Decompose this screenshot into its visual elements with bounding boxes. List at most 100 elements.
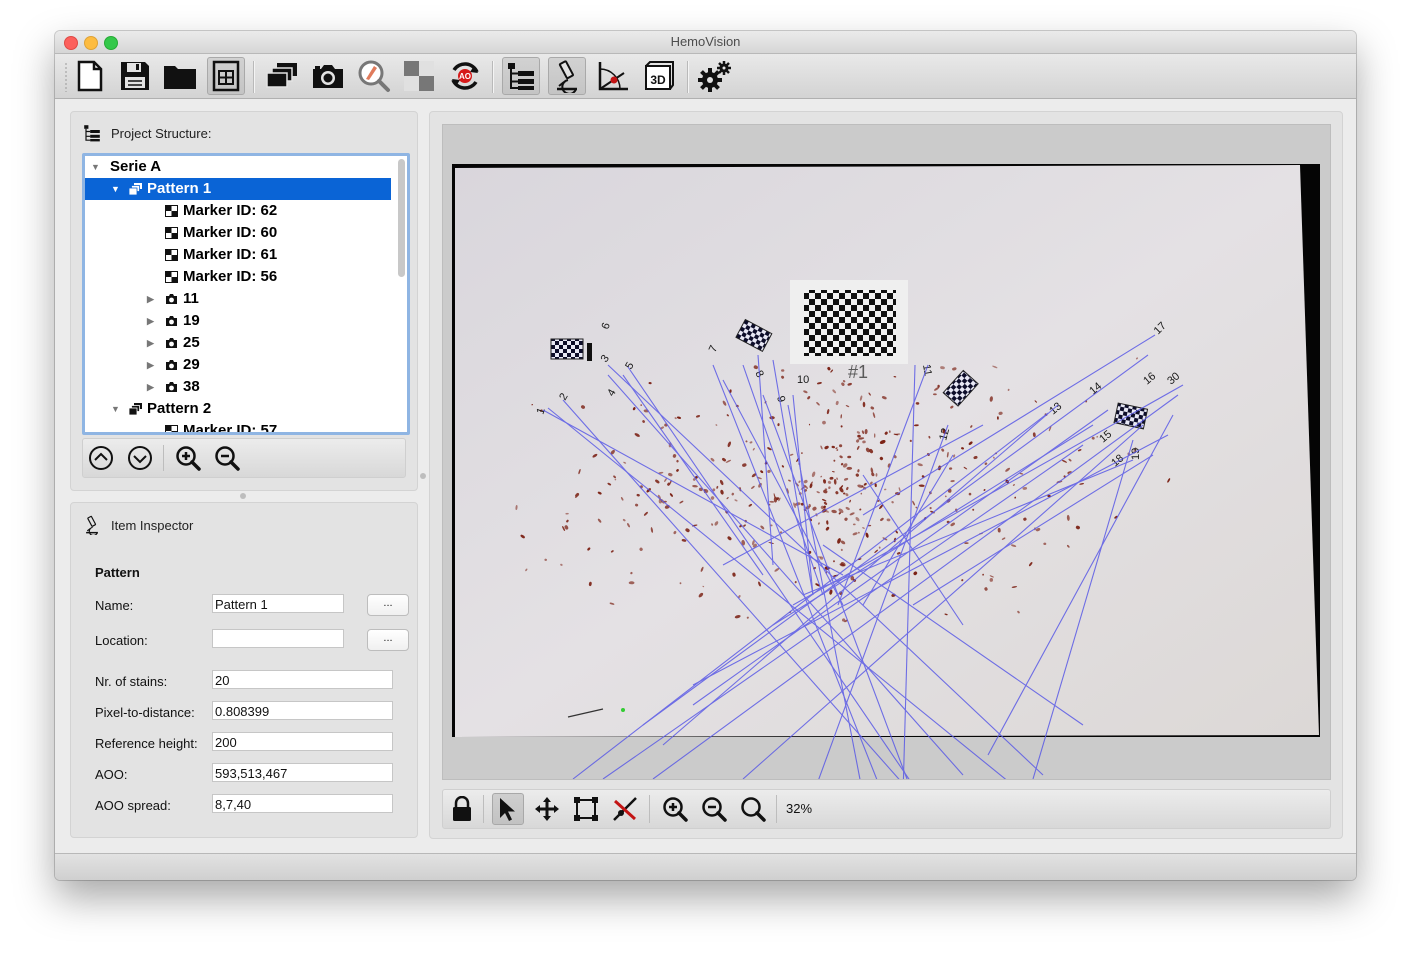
grid-view-button[interactable]	[207, 57, 245, 95]
open-folder-button[interactable]	[161, 57, 199, 95]
camera-button[interactable]	[309, 57, 347, 95]
move-tool-button[interactable]	[531, 793, 563, 825]
pointer-tool-button[interactable]	[492, 793, 524, 825]
marker-checker-icon	[165, 425, 178, 432]
aoo-refresh-button[interactable]: AO	[446, 57, 484, 95]
toolbar-grip[interactable]	[65, 62, 67, 92]
tree-toolbar-separator	[163, 445, 164, 471]
svg-text:3D: 3D	[650, 73, 666, 87]
viewer-zoom-out-button[interactable]	[698, 793, 730, 825]
new-project-button[interactable]	[71, 57, 109, 95]
pattern-photo[interactable]: 1234567891011121314151617181930#1	[443, 125, 1330, 779]
location-browse-button[interactable]: ...	[367, 629, 409, 651]
project-structure-panel: Project Structure: ▼ Serie A ▼ Pattern 1 Mar…	[70, 111, 418, 491]
tree-scrollbar[interactable]	[398, 159, 405, 277]
inspector-section-title: Pattern	[95, 565, 140, 580]
tree-item-photo[interactable]: ▶ 38	[85, 376, 391, 398]
tree-item-photo[interactable]: ▶ 29	[85, 354, 391, 376]
add-pattern-button[interactable]	[263, 57, 301, 95]
svg-text:AO: AO	[459, 72, 471, 81]
name-browse-button[interactable]: ...	[367, 594, 409, 616]
tree-zoom-out-button[interactable]	[213, 444, 241, 472]
pattern-stack-icon	[129, 403, 142, 415]
viewer-zoom-in-button[interactable]	[659, 793, 691, 825]
tree-item-pattern[interactable]: ▼ Pattern 1	[85, 178, 391, 200]
photo-camera-icon	[166, 360, 177, 370]
tree-item-photo[interactable]: ▶ 19	[85, 310, 391, 332]
item-inspector-panel: Item Inspector Pattern Name: Pattern 1 .…	[70, 502, 418, 838]
tree-item-marker[interactable]: Marker ID: 57	[85, 420, 391, 432]
name-label: Name:	[95, 598, 134, 613]
toolbar-separator	[687, 61, 689, 93]
collapsed-arrow-icon[interactable]: ▶	[147, 332, 154, 354]
tree-item-label: 11	[183, 290, 199, 307]
expanded-arrow-icon[interactable]: ▼	[111, 398, 120, 420]
camera-icon	[313, 65, 343, 88]
stains-field[interactable]: 20	[212, 670, 393, 689]
zoom-fit-button[interactable]	[737, 793, 769, 825]
tree-item-marker[interactable]: Marker ID: 62	[85, 200, 391, 222]
tree-zoom-in-button[interactable]	[174, 444, 202, 472]
horizontal-splitter-handle[interactable]	[420, 473, 426, 479]
expanded-arrow-icon[interactable]: ▼	[91, 156, 100, 178]
checkerboard-icon	[404, 61, 434, 91]
app-window: HemoVision AO 3D Project Structure: ▼ Se…	[55, 31, 1356, 880]
pixel-to-distance-field[interactable]: 0.808399	[212, 701, 393, 720]
minimize-window-button[interactable]	[84, 36, 98, 50]
name-field[interactable]: Pattern 1	[212, 594, 344, 613]
calibration-board	[790, 280, 908, 364]
marker-checker-icon	[165, 205, 178, 217]
project-tree-button[interactable]	[502, 57, 540, 95]
tree-item-label: Marker ID: 62	[183, 202, 278, 219]
tree-item-label: 38	[183, 378, 200, 395]
move-down-button[interactable]	[126, 444, 154, 472]
expanded-arrow-icon[interactable]: ▼	[111, 178, 120, 200]
vertical-splitter-handle[interactable]	[240, 493, 246, 499]
angle-measure-button[interactable]	[594, 57, 632, 95]
location-field[interactable]	[212, 629, 344, 648]
marker-checker-icon	[165, 249, 178, 261]
collapsed-arrow-icon[interactable]: ▶	[147, 354, 154, 376]
settings-button[interactable]	[696, 57, 734, 95]
move-icon	[535, 797, 559, 821]
save-button[interactable]	[116, 57, 154, 95]
move-down-icon	[128, 446, 152, 470]
maximize-window-button[interactable]	[104, 36, 118, 50]
stain-search-button[interactable]	[355, 57, 393, 95]
collapsed-arrow-icon[interactable]: ▶	[147, 310, 154, 332]
collapsed-arrow-icon[interactable]: ▶	[147, 288, 154, 310]
image-viewer-panel: 1234567891011121314151617181930#1	[429, 111, 1343, 839]
tree-item-marker[interactable]: Marker ID: 60	[85, 222, 391, 244]
microscope-button[interactable]	[548, 57, 586, 95]
lock-button[interactable]	[446, 793, 478, 825]
tree-item-photo[interactable]: ▶ 11	[85, 288, 391, 310]
marker-checker-icon	[165, 227, 178, 239]
tree-item-label: Marker ID: 56	[183, 268, 278, 285]
project-tree-icon	[508, 63, 534, 90]
viewer-toolbar-separator	[649, 795, 650, 823]
aoo-spread-label: AOO spread:	[95, 798, 171, 813]
annotation-number: 10	[797, 374, 809, 386]
pattern-stack-icon	[129, 183, 142, 195]
image-canvas[interactable]: 1234567891011121314151617181930#1	[442, 124, 1331, 780]
crop-tool-button[interactable]	[570, 793, 602, 825]
checkerboard-button[interactable]	[400, 57, 438, 95]
project-tree[interactable]: ▼ Serie A ▼ Pattern 1 Marker ID: 62 Marker ID…	[82, 153, 410, 435]
aoo-label: AOO:	[95, 767, 128, 782]
tree-item-marker[interactable]: Marker ID: 61	[85, 244, 391, 266]
3d-view-button[interactable]: 3D	[640, 57, 678, 95]
tree-item-serie[interactable]: ▼ Serie A	[85, 156, 391, 178]
reference-height-field[interactable]: 200	[212, 732, 393, 751]
move-up-button[interactable]	[87, 444, 115, 472]
pixel-to-distance-label: Pixel-to-distance:	[95, 705, 195, 720]
remove-line-button[interactable]	[609, 793, 641, 825]
tree-item-photo[interactable]: ▶ 25	[85, 332, 391, 354]
aoo-field[interactable]: 593,513,467	[212, 763, 393, 782]
tree-item-pattern[interactable]: ▼ Pattern 2	[85, 398, 391, 420]
lock-icon	[453, 796, 471, 821]
tree-item-marker[interactable]: Marker ID: 56	[85, 266, 391, 288]
close-window-button[interactable]	[64, 36, 78, 50]
zoom-out-icon	[215, 446, 240, 471]
aoo-spread-field[interactable]: 8,7,40	[212, 794, 393, 813]
collapsed-arrow-icon[interactable]: ▶	[147, 376, 154, 398]
